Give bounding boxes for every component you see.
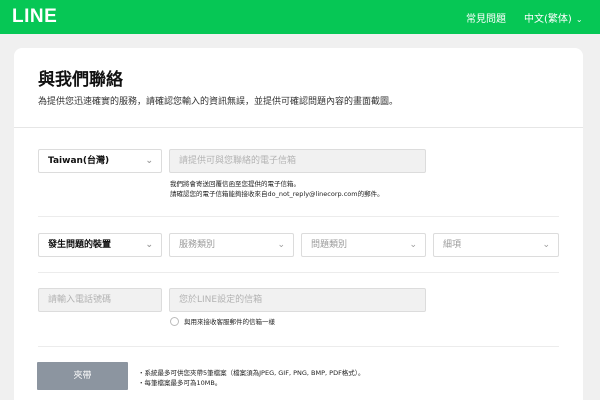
service-category-select[interactable]: 服務類別 ⌄ xyxy=(169,233,294,257)
attach-note-1: ・系統最多可供您夾帶5筆檔案（檔案須為JPEG, GIF, PNG, BMP, … xyxy=(138,369,365,377)
chevron-down-icon: ⌄ xyxy=(145,240,153,250)
language-label: 中文(繁体) xyxy=(524,14,572,25)
phone-field[interactable]: 請輸入電話號碼 xyxy=(38,288,162,312)
top-bar: LINE 常見問題 中文(繁体) ⌄ xyxy=(0,0,600,34)
line-email-field[interactable]: 您於LINE設定的信箱 xyxy=(169,288,426,312)
radio-unchecked-icon[interactable] xyxy=(170,317,179,326)
details-label: 細項 xyxy=(443,240,462,250)
chevron-down-icon: ⌄ xyxy=(542,240,550,250)
page-title: 與我們聯絡 xyxy=(38,70,123,90)
faq-link[interactable]: 常見問題 xyxy=(466,10,506,25)
page-subtitle: 為提供您迅速確實的服務，請確認您輸入的資訊無誤，並提供可確認問題內容的畫面截圖。 xyxy=(38,97,399,107)
phone-placeholder: 請輸入電話號碼 xyxy=(48,295,112,305)
line-email-placeholder: 您於LINE設定的信箱 xyxy=(179,295,263,305)
attach-button[interactable]: 夾帶 xyxy=(37,362,128,390)
device-value: 發生問題的裝置 xyxy=(48,240,112,250)
header-divider xyxy=(14,127,583,128)
issue-category-label: 問題類別 xyxy=(311,240,348,250)
row-divider xyxy=(38,216,559,217)
contact-form-card: 與我們聯絡 為提供您迅速確實的服務，請確認您輸入的資訊無誤，並提供可確認問題內容… xyxy=(14,48,583,400)
issue-category-select[interactable]: 問題類別 ⌄ xyxy=(301,233,426,257)
email-placeholder: 請提供可與您聯絡的電子信箱 xyxy=(179,156,297,166)
row-divider xyxy=(38,272,559,273)
country-select[interactable]: Taiwan(台灣) ⌄ xyxy=(38,149,162,173)
chevron-down-icon: ⌄ xyxy=(409,240,417,250)
line-logo[interactable]: LINE xyxy=(12,6,57,28)
device-select[interactable]: 發生問題的裝置 ⌄ xyxy=(38,233,162,257)
chevron-down-icon: ⌄ xyxy=(575,15,583,24)
chevron-down-icon: ⌄ xyxy=(145,156,153,166)
email-field[interactable]: 請提供可與您聯絡的電子信箱 xyxy=(169,149,426,173)
chevron-down-icon: ⌄ xyxy=(277,240,285,250)
details-select[interactable]: 細項 ⌄ xyxy=(433,233,559,257)
language-selector[interactable]: 中文(繁体) ⌄ xyxy=(524,10,583,25)
service-category-label: 服務類別 xyxy=(179,240,216,250)
attach-note-2: ・每筆檔案最多可為10MB。 xyxy=(138,379,222,387)
row-divider xyxy=(38,346,559,347)
same-email-label: 與用來接收客服郵件的信箱一樣 xyxy=(184,318,275,326)
country-value: Taiwan(台灣) xyxy=(48,156,110,166)
email-hint-2: 請確認您的電子信箱能夠接收來自do_not_reply@linecorp.com… xyxy=(170,190,384,198)
